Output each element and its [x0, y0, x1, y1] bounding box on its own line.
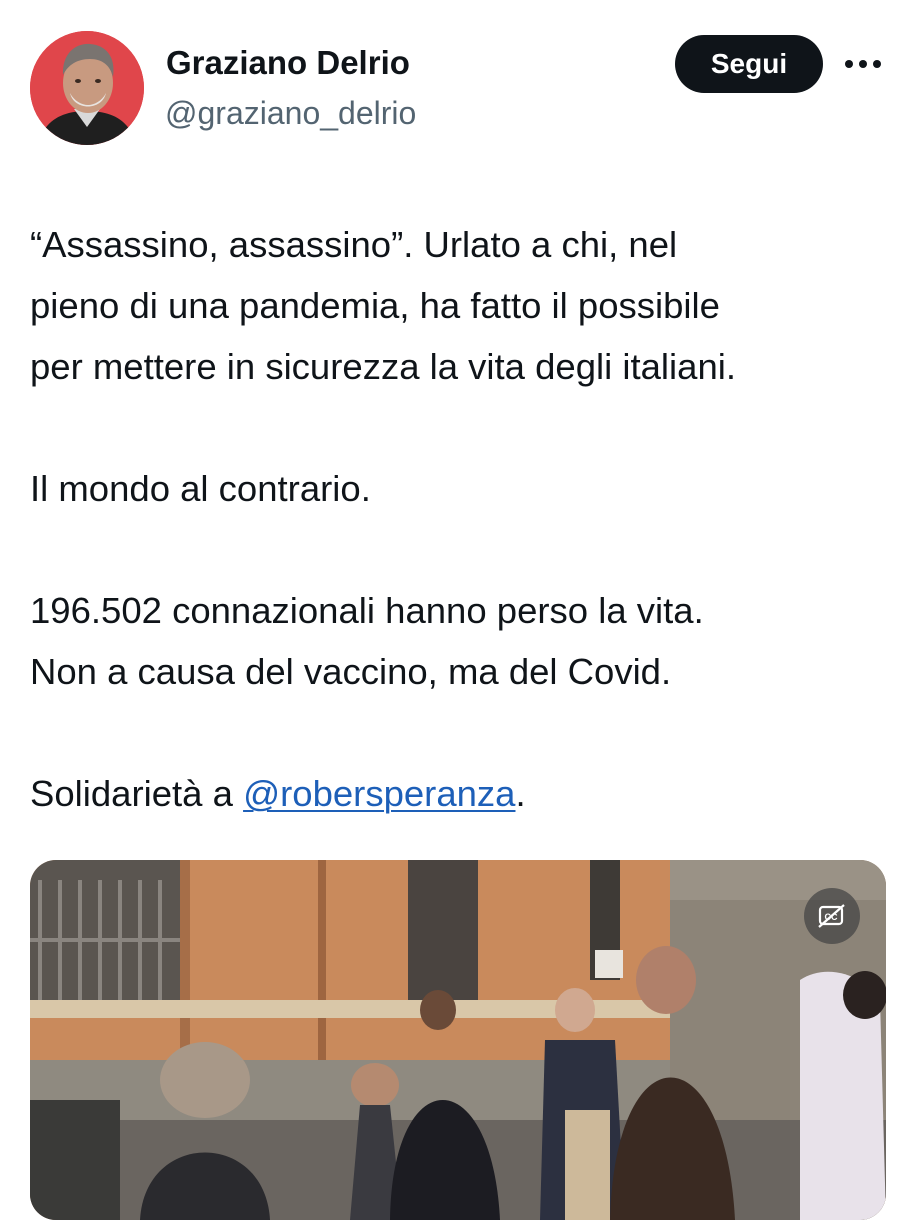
tweet-line-solidarity: Solidarietà a @robersperanza.	[30, 763, 900, 824]
follow-button[interactable]: Segui	[675, 35, 823, 93]
solidarity-suffix: .	[515, 773, 526, 814]
solidarity-prefix: Solidarietà a	[30, 773, 244, 814]
captions-toggle-button[interactable]: CC	[804, 888, 860, 944]
video-player[interactable]	[30, 860, 886, 1220]
author-name[interactable]: Graziano Delrio	[166, 44, 410, 82]
tweet-line: pieno di una pandemia, ha fatto il possi…	[30, 285, 720, 326]
author-handle[interactable]: @graziano_delrio	[165, 95, 416, 132]
more-options-button[interactable]	[838, 42, 888, 86]
video-thumbnail	[30, 860, 886, 1220]
tweet-line: per mettere in sicurezza la vita degli i…	[30, 346, 736, 387]
tweet-line: Il mondo al contrario.	[30, 468, 371, 509]
tweet-line: “Assassino, assassino”. Urlato a chi, ne…	[30, 224, 678, 265]
more-horizontal-icon	[845, 60, 881, 68]
tweet-header: Graziano Delrio @graziano_delrio Segui	[0, 0, 915, 160]
mention-link[interactable]: @robersperanza	[243, 773, 515, 814]
tweet-text: “Assassino, assassino”. Urlato a chi, ne…	[30, 214, 900, 824]
avatar-photo	[30, 31, 144, 145]
captions-off-icon: CC	[818, 904, 845, 928]
tweet-line: 196.502 connazionali hanno perso la vita…	[30, 590, 704, 631]
tweet-line: Non a causa del vaccino, ma del Covid.	[30, 651, 672, 692]
author-avatar[interactable]	[30, 31, 144, 145]
